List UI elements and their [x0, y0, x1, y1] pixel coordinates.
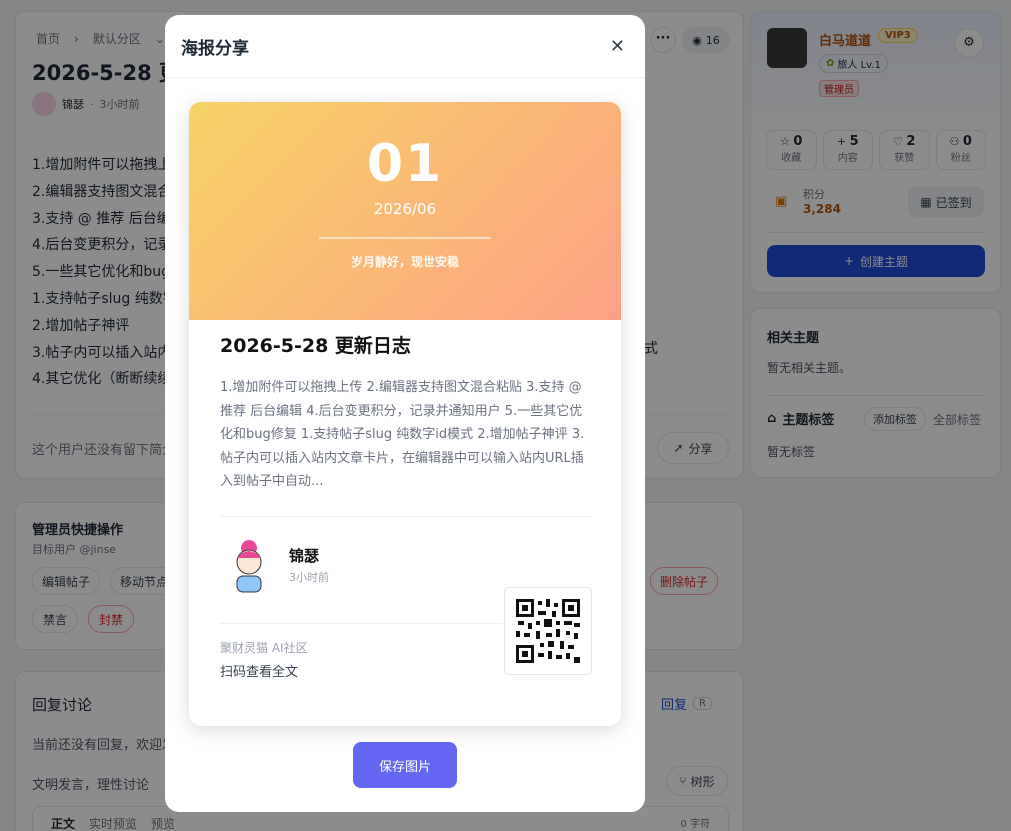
- poster-title: 2026-5-28 更新日志: [220, 335, 411, 357]
- poster-time: 3小时前: [289, 571, 329, 584]
- poster-motto: 岁月静好，现世安稳: [350, 255, 459, 269]
- save-image-button[interactable]: 保存图片: [353, 742, 457, 788]
- poster-hero: 01 2026/06 岁月静好，现世安稳: [189, 102, 621, 320]
- poster-month: 2026/06: [373, 200, 437, 218]
- close-icon[interactable]: ✕: [610, 36, 625, 57]
- poster-excerpt: 1.增加附件可以拖拽上传 2.编辑器支持图文混合粘贴 3.支持 @ 推荐 后台编…: [220, 380, 585, 486]
- poster-day: 01: [366, 134, 444, 194]
- poster-site: 聚财灵猫 AI社区: [220, 641, 308, 655]
- divider: [319, 237, 491, 239]
- qr-code: [504, 587, 592, 675]
- poster-avatar: [227, 538, 271, 594]
- modal-title: 海报分享: [181, 38, 249, 59]
- poster-author: 锦瑟: [289, 547, 320, 565]
- modal-header: 海报分享 ✕: [165, 15, 645, 78]
- poster: 01 2026/06 岁月静好，现世安稳 2026-5-28 更新日志 1.增加…: [189, 102, 621, 726]
- poster-scan-hint: 扫码查看全文: [220, 665, 299, 680]
- poster-share-modal: 海报分享 ✕ 01 2026/06 岁月静好，现世安稳 2026-5-28 更新…: [165, 15, 645, 812]
